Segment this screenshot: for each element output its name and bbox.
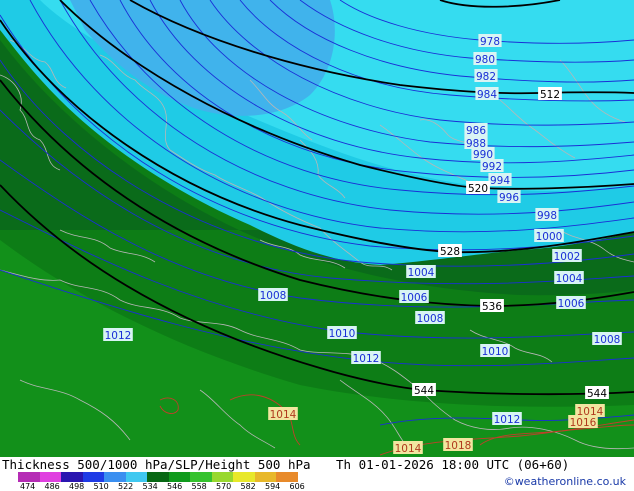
slp-label: 982 [476,71,496,83]
slp-label: 984 [477,89,497,101]
legend-swatch [233,472,255,482]
slp-label: 1010 [329,328,356,340]
product-title: Thickness 500/1000 hPa/SLP/Height 500 hP… [2,457,311,472]
legend-swatch [211,472,234,482]
slp-label: 986 [466,125,486,137]
slp-label: 1014 [395,443,422,455]
slp-label: 992 [482,161,502,173]
legend-swatch [147,472,169,482]
height-label: 520 [468,183,488,195]
slp-label: 1006 [401,292,428,304]
slp-label: 1004 [408,267,435,279]
slp-label: 996 [499,192,519,204]
legend-swatch [276,472,298,482]
legend-swatch [190,472,212,482]
slp-label: 1012 [494,414,521,426]
slp-label: 1002 [554,251,581,263]
legend-swatch [254,472,277,482]
legend-swatch [18,472,40,482]
legend-swatch [168,472,191,482]
slp-label: 1008 [260,290,287,302]
slp-label: 978 [480,36,500,48]
height-label: 544 [414,385,434,397]
weather-map: 9789809829849869889909929949969981000100… [0,0,634,457]
height-label: 536 [482,301,502,313]
slp-label: 994 [490,175,510,187]
legend-swatch [104,472,126,482]
slp-label: 1012 [105,330,132,342]
slp-label: 1008 [594,334,621,346]
slp-label: 1004 [556,273,583,285]
slp-label: 1012 [353,353,380,365]
slp-label: 1008 [417,313,444,325]
slp-label: 980 [475,54,495,66]
site-credit[interactable]: ©weatheronline.co.uk [504,475,626,488]
slp-label: 1018 [445,440,472,452]
valid-datetime: Th 01-01-2026 18:00 UTC (06+60) [336,457,570,472]
slp-label: 1006 [558,298,585,310]
slp-label: 998 [537,210,557,222]
slp-label: 1014 [270,409,297,421]
slp-label: 1010 [482,346,509,358]
slp-label: 1016 [570,417,597,429]
height-label: 512 [540,89,560,101]
thickness-color-legend [18,472,298,482]
legend-swatch [39,472,62,482]
legend-swatch [82,472,105,482]
legend-swatch [125,472,148,482]
slp-label: 1000 [536,231,563,243]
legend-swatch [61,472,83,482]
height-label: 544 [587,388,607,400]
height-label: 528 [440,246,460,258]
